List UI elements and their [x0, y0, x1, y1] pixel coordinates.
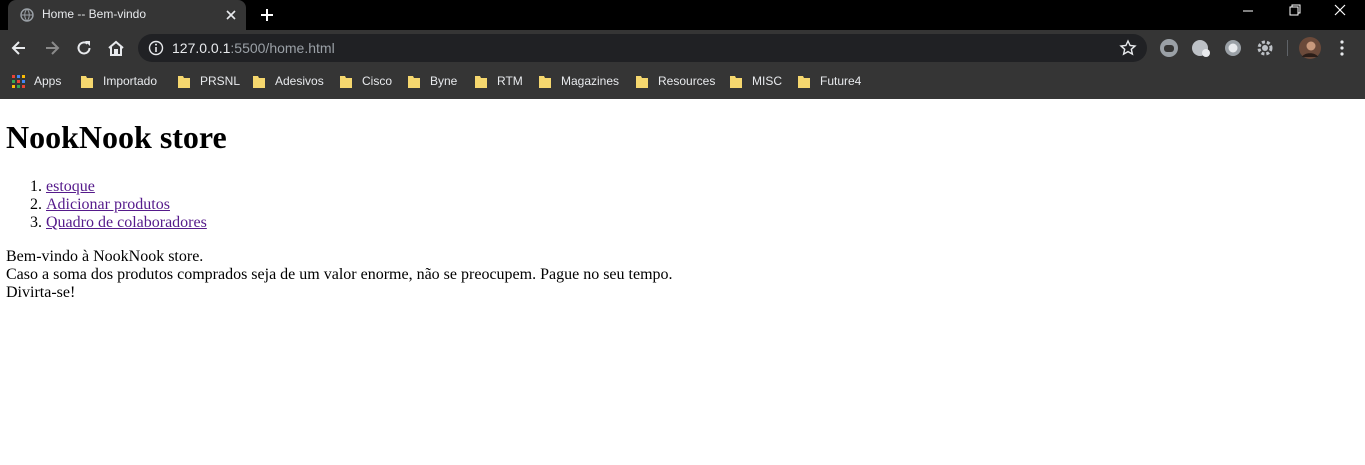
avatar[interactable]: [1299, 37, 1321, 59]
tab-strip: Home -- Bem-vindo: [0, 0, 1365, 30]
bookmark-label: Importado: [103, 74, 158, 88]
apps-grid-icon: [12, 75, 25, 88]
back-icon[interactable]: [9, 38, 29, 58]
bookmark-label: RTM: [497, 74, 523, 88]
gear-icon[interactable]: [1255, 38, 1275, 58]
bookmark-label: Apps: [34, 74, 62, 88]
bookmarks-bar: Apps Importado PRSNL Adesivos Cisco Byne…: [0, 66, 1365, 99]
welcome-line: Caso a soma dos produtos comprados seja …: [6, 266, 673, 283]
restore-icon[interactable]: [1271, 0, 1317, 24]
welcome-line: Bem-vindo à NookNook store.: [6, 248, 204, 265]
new-tab-icon[interactable]: [258, 6, 276, 24]
bookmark-star-icon[interactable]: [1119, 39, 1137, 57]
folder-icon: [798, 76, 810, 88]
bookmark-label: Cisco: [362, 74, 393, 88]
bookmark-label: Resources: [658, 74, 716, 88]
minimize-icon[interactable]: [1225, 0, 1271, 24]
url-text[interactable]: 127.0.0.1:5500/home.html: [172, 40, 335, 56]
bookmark-label: Magazines: [561, 74, 620, 88]
page-title: NookNook store: [6, 119, 227, 155]
folder-icon: [81, 76, 93, 88]
folder-icon: [178, 76, 190, 88]
page-content: NookNook store estoque Adicionar produto…: [0, 99, 1365, 465]
list-item: Quadro de colaboradores: [46, 214, 207, 232]
bookmark-label: Byne: [430, 74, 458, 88]
list-item: Adicionar produtos: [46, 196, 207, 214]
bookmark-label: MISC: [752, 74, 782, 88]
address-bar[interactable]: 127.0.0.1:5500/home.html: [138, 34, 1147, 62]
folder-icon: [475, 76, 487, 88]
close-tab-icon[interactable]: [224, 8, 238, 22]
record-extension-icon[interactable]: [1223, 38, 1243, 58]
nav-list: estoque Adicionar produtos Quadro de col…: [6, 178, 207, 232]
folder-icon: [340, 76, 352, 88]
toolbar-divider: [1287, 40, 1288, 56]
more-menu-icon[interactable]: [1332, 38, 1352, 58]
bookmark-label: Adesivos: [275, 74, 324, 88]
link-estoque[interactable]: estoque: [46, 178, 95, 195]
url-rest: :5500/home.html: [230, 40, 335, 56]
folder-icon: [253, 76, 265, 88]
welcome-text: Bem-vindo à NookNook store. Caso a soma …: [6, 248, 673, 302]
bookmark-label: Future4: [820, 74, 862, 88]
forward-icon[interactable]: [42, 38, 62, 58]
link-quadro-de-colaboradores[interactable]: Quadro de colaboradores: [46, 214, 207, 231]
link-adicionar-produtos[interactable]: Adicionar produtos: [46, 196, 170, 213]
browser-chrome: Home -- Bem-vindo 127.0.0.1:5500/home.ht…: [0, 0, 1365, 99]
welcome-line: Divirta-se!: [6, 284, 76, 301]
globe-icon: [20, 8, 34, 22]
close-window-icon[interactable]: [1317, 0, 1363, 24]
extension-icon[interactable]: [1191, 38, 1211, 58]
list-item: estoque: [46, 178, 207, 196]
info-icon[interactable]: [148, 40, 164, 56]
discord-extension-icon[interactable]: [1159, 38, 1179, 58]
tab-home[interactable]: Home -- Bem-vindo: [8, 0, 246, 30]
folder-icon: [636, 76, 648, 88]
bookmark-label: PRSNL: [200, 74, 241, 88]
folder-icon: [408, 76, 420, 88]
tab-title: Home -- Bem-vindo: [42, 7, 147, 21]
folder-icon: [730, 76, 742, 88]
reload-icon[interactable]: [74, 38, 94, 58]
folder-icon: [539, 76, 551, 88]
url-host: 127.0.0.1: [172, 40, 231, 56]
home-icon[interactable]: [106, 38, 126, 58]
